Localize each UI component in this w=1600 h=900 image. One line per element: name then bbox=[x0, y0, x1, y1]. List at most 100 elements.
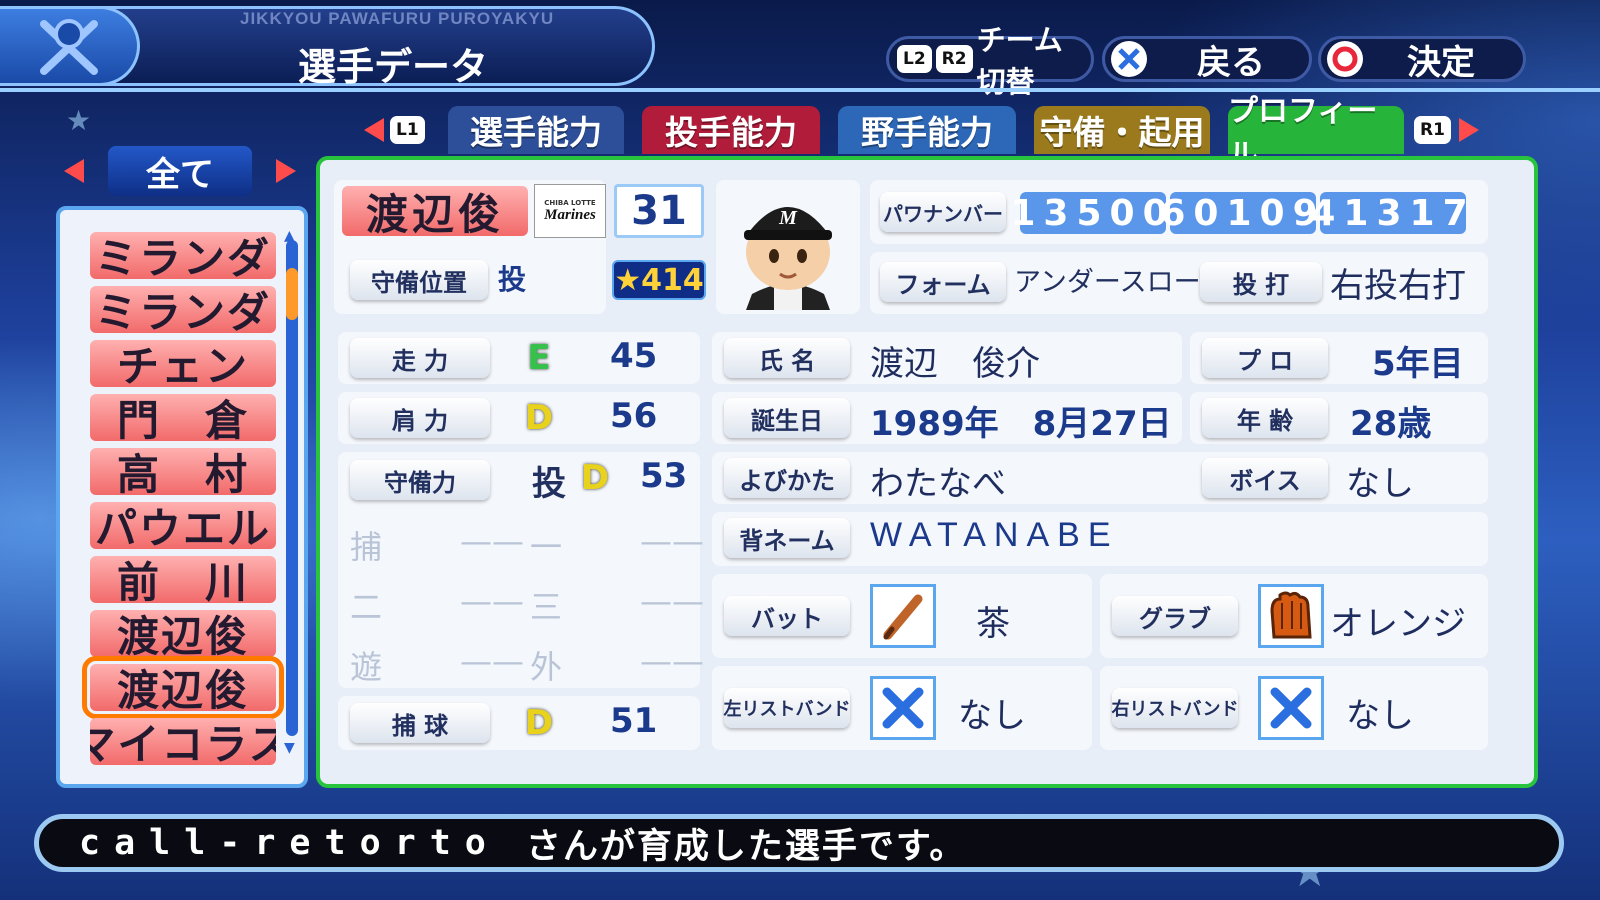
arm-label: 肩 力 bbox=[350, 398, 490, 438]
tab-defense-usage[interactable]: 守備・起用 bbox=[1034, 106, 1210, 154]
form-label: フォーム bbox=[880, 262, 1006, 302]
list-item[interactable]: ミランダ bbox=[90, 286, 276, 333]
glove-label: グラブ bbox=[1112, 596, 1238, 636]
pro-value: 5年目 bbox=[1372, 344, 1464, 384]
tab-fielder-ability[interactable]: 野手能力 bbox=[838, 106, 1016, 154]
bat-icon bbox=[870, 584, 936, 648]
sub-position: 遊 bbox=[350, 648, 383, 686]
fielding-label: 守備力 bbox=[350, 460, 490, 500]
sub-position: 二 bbox=[350, 588, 383, 626]
filter-prev-icon[interactable] bbox=[64, 159, 84, 183]
list-item[interactable]: 渡辺俊 bbox=[90, 610, 276, 657]
game-logo bbox=[0, 6, 140, 86]
back-label: 戻る bbox=[1197, 42, 1265, 83]
crossed-bats-icon bbox=[39, 19, 98, 75]
fielding-position: 投 bbox=[532, 464, 566, 504]
speed-value: 45 bbox=[610, 336, 658, 376]
uniform-number: 31 bbox=[614, 184, 704, 238]
creator-username: call-retorto bbox=[79, 823, 500, 863]
confirm-button[interactable]: 決定 bbox=[1318, 36, 1526, 83]
throw-bat-label: 投 打 bbox=[1200, 262, 1322, 302]
catching-value: 51 bbox=[610, 701, 658, 741]
filter-next-icon[interactable] bbox=[276, 159, 296, 183]
player-name-plate: 渡辺俊 bbox=[342, 186, 528, 239]
list-item[interactable]: 前 川 bbox=[90, 556, 276, 603]
name-value: 渡辺 俊介 bbox=[870, 344, 1040, 384]
list-item[interactable]: 門 倉 bbox=[90, 394, 276, 441]
glove-color-value: オレンジ bbox=[1330, 604, 1466, 644]
star-rating-value: 414 bbox=[641, 262, 704, 298]
arm-value: 56 bbox=[610, 396, 658, 436]
arrow-right-icon bbox=[1458, 118, 1479, 142]
none-x-icon bbox=[870, 676, 936, 740]
speed-label: 走 力 bbox=[350, 338, 490, 378]
none-x-icon bbox=[1258, 676, 1324, 740]
tab-profile[interactable]: プロフィール bbox=[1228, 94, 1404, 173]
age-label: 年 齢 bbox=[1202, 398, 1328, 438]
back-name-label: 背ネーム bbox=[724, 518, 850, 558]
arm-grade: D bbox=[524, 398, 554, 438]
pawa-number-part: 13500 bbox=[1010, 192, 1176, 234]
tab-prev-control[interactable]: L1 bbox=[364, 116, 429, 144]
catching-label: 捕 球 bbox=[350, 703, 490, 743]
voice-label: ボイス bbox=[1202, 458, 1328, 498]
reading-value: わたなべ bbox=[870, 464, 1006, 504]
sub-position-value: —— bbox=[640, 642, 704, 680]
scrollbar-thumb[interactable] bbox=[286, 268, 298, 320]
r1-key: R1 bbox=[1414, 116, 1451, 144]
fielding-value: 53 bbox=[640, 456, 688, 496]
list-item[interactable]: パウエル bbox=[90, 502, 276, 549]
scroll-down-icon[interactable]: ▼ bbox=[284, 740, 295, 756]
reading-label: よびかた bbox=[724, 458, 850, 498]
sub-position: 三 bbox=[530, 588, 563, 626]
message-bar: call-retorto さんが育成した選手です。 bbox=[34, 814, 1564, 872]
player-list: ミランダ ミランダ チェン 門 倉 高 村 パウエル 前 川 渡辺俊 渡辺俊 マ… bbox=[56, 206, 308, 788]
back-button[interactable]: 戻る bbox=[1102, 36, 1312, 83]
sub-position-value: —— bbox=[640, 582, 704, 620]
catching-grade: D bbox=[524, 703, 554, 743]
player-avatar: M bbox=[744, 207, 832, 310]
team-switch-button[interactable]: L2 R2 チーム切替 bbox=[886, 23, 1094, 99]
list-item-selected[interactable]: 渡辺俊 bbox=[82, 656, 284, 719]
pawa-number-part: 60109 bbox=[1160, 192, 1326, 234]
game-subtitle: JIKKYOU PAWAFURU PUROYAKYU bbox=[240, 9, 555, 28]
glove-icon bbox=[1258, 584, 1324, 648]
list-item[interactable]: ミランダ bbox=[90, 232, 276, 279]
cap-logo: M bbox=[778, 207, 798, 229]
fielding-grade: D bbox=[580, 458, 610, 498]
back-name-value: WATANABE bbox=[870, 516, 1119, 554]
list-item[interactable]: チェン bbox=[90, 340, 276, 387]
l2-key: L2 bbox=[897, 45, 932, 73]
star-rating: ★ 414 bbox=[612, 260, 706, 300]
list-item[interactable]: 高 村 bbox=[90, 448, 276, 495]
message-text: さんが育成した選手です。 bbox=[525, 826, 967, 867]
position-label: 守備位置 bbox=[350, 260, 488, 300]
right-wristband-label: 右リストバンド bbox=[1112, 688, 1238, 728]
speed-grade: E bbox=[527, 338, 551, 378]
pawa-number-part: 41317 bbox=[1310, 192, 1476, 234]
arrow-left-icon bbox=[364, 118, 384, 142]
star-decoration: ★ bbox=[66, 104, 92, 137]
page-title: 選手データ bbox=[298, 45, 489, 89]
tab-next-control[interactable]: R1 bbox=[1414, 116, 1479, 144]
throw-bat-value: 右投右打 bbox=[1330, 266, 1466, 306]
list-filter: 全て bbox=[64, 146, 296, 196]
bat-color-value: 茶 bbox=[976, 604, 1010, 644]
pawa-number-label: パワナンバー bbox=[880, 192, 1006, 232]
player-detail-panel: 渡辺俊 CHIBA LOTTE Marines 31 守備位置 投 ★ 414 M… bbox=[316, 156, 1538, 788]
tab-pitcher-ability[interactable]: 投手能力 bbox=[642, 106, 820, 154]
sub-position: 外 bbox=[530, 648, 563, 686]
tab-batter-ability[interactable]: 選手能力 bbox=[448, 106, 624, 154]
sub-position: 一 bbox=[530, 528, 563, 566]
left-wristband-value: なし bbox=[958, 696, 1026, 736]
birthday-label: 誕生日 bbox=[724, 398, 850, 438]
left-wristband-label: 左リストバンド bbox=[724, 688, 850, 728]
sub-position-value: —— bbox=[640, 522, 704, 560]
cross-button-icon bbox=[1111, 41, 1147, 77]
scrollbar[interactable] bbox=[286, 240, 298, 736]
filter-label[interactable]: 全て bbox=[108, 146, 252, 196]
age-value: 28歳 bbox=[1350, 404, 1432, 444]
list-item[interactable]: マイコラス bbox=[90, 718, 276, 765]
star-icon: ★ bbox=[614, 262, 642, 298]
r2-key: R2 bbox=[935, 45, 973, 73]
